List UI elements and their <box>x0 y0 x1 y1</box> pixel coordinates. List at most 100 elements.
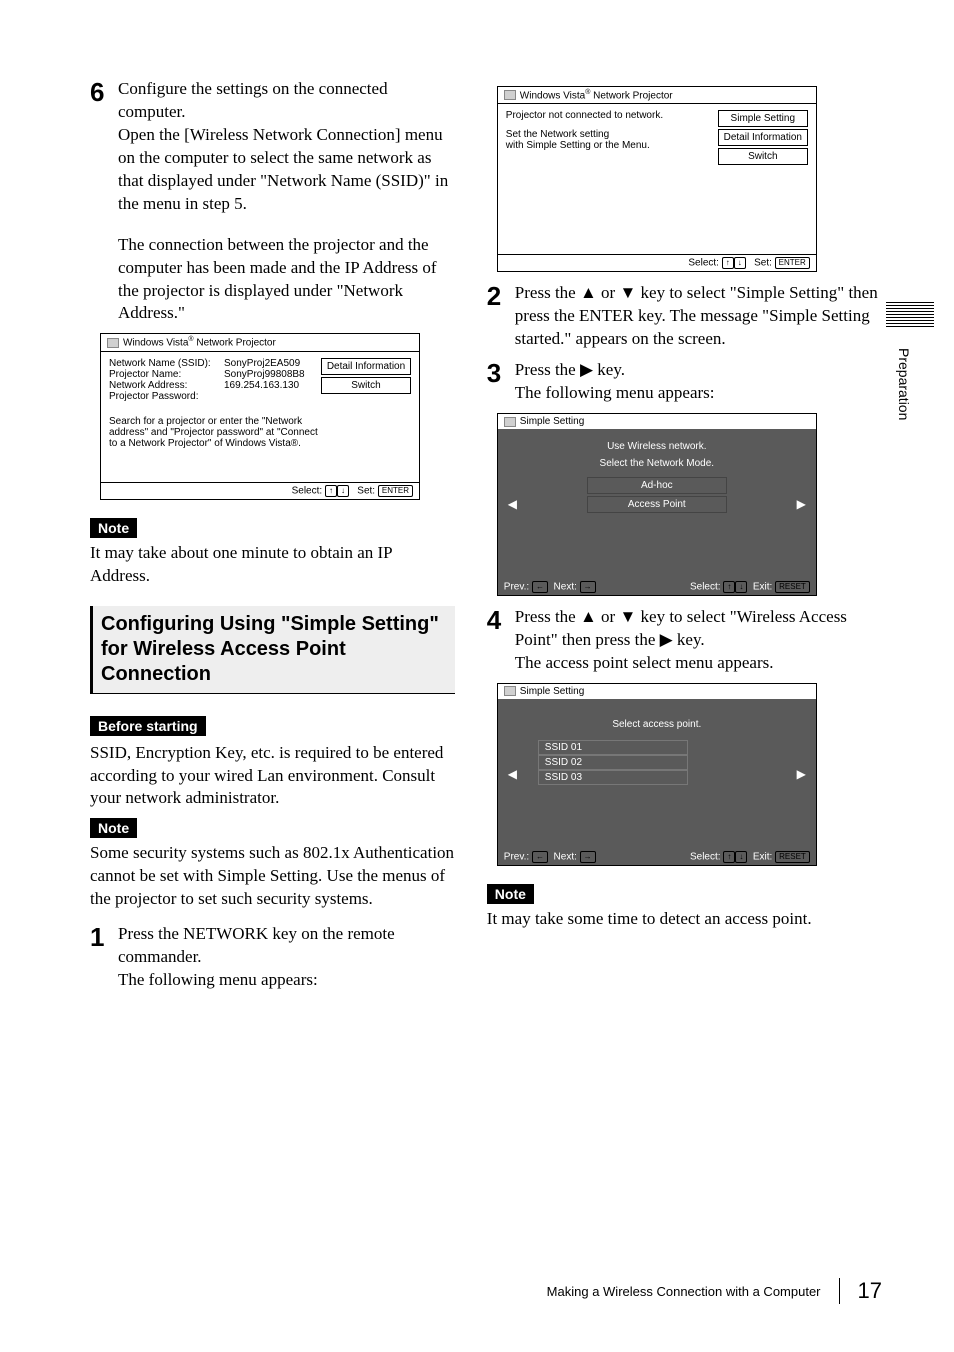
note-2-text: Some security systems such as 802.1x Aut… <box>90 842 455 911</box>
enter-key-icon: ENTER <box>378 485 413 497</box>
up-key-icon: ↑ <box>325 485 337 497</box>
up-key-icon: ↑ <box>723 581 735 593</box>
down-key-icon: ↓ <box>734 257 746 269</box>
panel-buttons: Detail Information Switch <box>321 358 411 396</box>
step-6-line1: Configure the settings on the connected … <box>118 78 455 124</box>
title-text: Simple Setting <box>520 416 584 427</box>
side-tab-label: Preparation <box>894 340 914 428</box>
panel-body: ◀ ▶ Use Wireless network. Select the Net… <box>498 429 816 579</box>
side-margin-lines <box>886 302 934 329</box>
projpass-label: Projector Password: <box>109 391 224 402</box>
panel-buttons: Simple Setting Detail Information Switch <box>718 110 808 167</box>
step-6-result: The connection between the projector and… <box>118 234 455 326</box>
prev-arrow-icon[interactable]: ◀ <box>508 497 517 511</box>
projname-value: SonyProj99808B8 <box>224 369 314 380</box>
detail-info-button[interactable]: Detail Information <box>321 358 411 375</box>
panel-body: Detail Information Switch Network Name (… <box>101 352 419 482</box>
right-key-icon: → <box>580 851 596 863</box>
left-key-icon: ← <box>532 581 548 593</box>
step-3-line1: Press the ▶ key. <box>515 359 882 382</box>
projname-label: Projector Name: <box>109 369 224 380</box>
window-icon <box>504 417 516 427</box>
detail-info-button[interactable]: Detail Information <box>718 129 808 146</box>
step-3-line2: The following menu appears: <box>515 382 882 405</box>
note-3-text: It may take some time to detect an acces… <box>487 908 882 931</box>
step-3: 3 Press the ▶ key. The following menu ap… <box>487 359 882 405</box>
select-mode-text: Select the Network Mode. <box>518 458 796 469</box>
step-1-line2: The following menu appears: <box>118 969 455 992</box>
access-point-option[interactable]: Access Point <box>587 496 727 513</box>
ssid-option-3[interactable]: SSID 03 <box>538 770 688 785</box>
page-number: 17 <box>839 1278 882 1304</box>
panel-title: Simple Setting <box>498 684 816 699</box>
panel-title: Windows Vista® Network Projector <box>498 87 816 104</box>
reset-key-icon: RESET <box>775 581 810 593</box>
before-starting-text: SSID, Encryption Key, etc. is required t… <box>90 742 455 811</box>
step-2-line1: Press the ▲ or ▼ key to select "Simple S… <box>515 282 882 351</box>
up-key-icon: ↑ <box>722 257 734 269</box>
down-key-icon: ↓ <box>337 485 349 497</box>
step-1-line1: Press the NETWORK key on the remote comm… <box>118 923 455 969</box>
use-wireless-text: Use Wireless network. <box>518 441 796 452</box>
panel-footer: Select: ↑↓ Set: ENTER <box>498 254 816 271</box>
down-key-icon: ↓ <box>735 851 747 863</box>
before-starting-badge: Before starting <box>90 716 206 736</box>
left-column: 6 Configure the settings on the connecte… <box>90 78 455 996</box>
step-1-text: Press the NETWORK key on the remote comm… <box>118 923 455 992</box>
step-number: 4 <box>487 606 515 634</box>
up-key-icon: ↑ <box>723 851 735 863</box>
step-4-text: Press the ▲ or ▼ key to select "Wireless… <box>515 606 882 675</box>
page-content: 6 Configure the settings on the connecte… <box>0 0 954 1046</box>
projector-info-panel: Windows Vista® Network Projector Detail … <box>100 333 420 499</box>
window-icon <box>504 90 516 100</box>
netaddr-value: 169.254.163.130 <box>224 380 314 391</box>
ssid-label: Network Name (SSID): <box>109 358 224 369</box>
ssid-option-2[interactable]: SSID 02 <box>538 755 688 770</box>
title-text: Windows Vista® Network Projector <box>123 336 276 348</box>
ssid-value: SonyProj2EA509 <box>224 358 314 369</box>
footer-text: Making a Wireless Connection with a Comp… <box>547 1284 821 1299</box>
panel-instructions: Search for a projector or enter the "Net… <box>109 416 319 449</box>
window-icon <box>504 686 516 696</box>
ssid-option-1[interactable]: SSID 01 <box>538 740 688 755</box>
note-1-text: It may take about one minute to obtain a… <box>90 542 455 588</box>
select-ap-text: Select access point. <box>518 719 796 730</box>
note-badge: Note <box>90 518 137 538</box>
panel-footer: Select: ↑↓ Set: ENTER <box>101 482 419 499</box>
netaddr-label: Network Address: <box>109 380 224 391</box>
enter-key-icon: ENTER <box>775 257 810 269</box>
step-number: 6 <box>90 78 118 106</box>
step-6-line2: Open the [Wireless Network Connection] m… <box>118 124 455 216</box>
step-4-line1: Press the ▲ or ▼ key to select "Wireless… <box>515 606 882 652</box>
step-4: 4 Press the ▲ or ▼ key to select "Wirele… <box>487 606 882 675</box>
step-4-line2: The access point select menu appears. <box>515 652 882 675</box>
right-key-icon: → <box>580 581 596 593</box>
prev-arrow-icon[interactable]: ◀ <box>508 767 517 781</box>
step-number: 3 <box>487 359 515 387</box>
step-3-text: Press the ▶ key. The following menu appe… <box>515 359 882 405</box>
switch-button[interactable]: Switch <box>321 377 411 394</box>
simple-setting-button[interactable]: Simple Setting <box>718 110 808 127</box>
switch-button[interactable]: Switch <box>718 148 808 165</box>
title-text: Windows Vista® Network Projector <box>520 89 673 101</box>
next-arrow-icon[interactable]: ▶ <box>797 497 806 511</box>
step-2: 2 Press the ▲ or ▼ key to select "Simple… <box>487 282 882 351</box>
step-6-text: Configure the settings on the connected … <box>118 78 455 216</box>
network-mode-panel: Simple Setting ◀ ▶ Use Wireless network.… <box>497 413 817 596</box>
adhoc-option[interactable]: Ad-hoc <box>587 477 727 494</box>
note-badge-3: Note <box>487 884 534 904</box>
panel-title: Simple Setting <box>498 414 816 429</box>
step-2-text: Press the ▲ or ▼ key to select "Simple S… <box>515 282 882 351</box>
panel-title: Windows Vista® Network Projector <box>101 334 419 351</box>
page-footer: Making a Wireless Connection with a Comp… <box>547 1278 882 1304</box>
window-icon <box>107 338 119 348</box>
panel-footer: Prev.: ← Next: → Select: ↑↓ Exit: RESET <box>498 849 816 865</box>
note-badge-2: Note <box>90 818 137 838</box>
next-arrow-icon[interactable]: ▶ <box>797 767 806 781</box>
reset-key-icon: RESET <box>775 851 810 863</box>
panel-body: Simple Setting Detail Information Switch… <box>498 104 816 254</box>
access-point-panel: Simple Setting ◀ ▶ Select access point. … <box>497 683 817 866</box>
down-key-icon: ↓ <box>735 581 747 593</box>
step-6: 6 Configure the settings on the connecte… <box>90 78 455 216</box>
right-column: Windows Vista® Network Projector Simple … <box>487 78 882 996</box>
